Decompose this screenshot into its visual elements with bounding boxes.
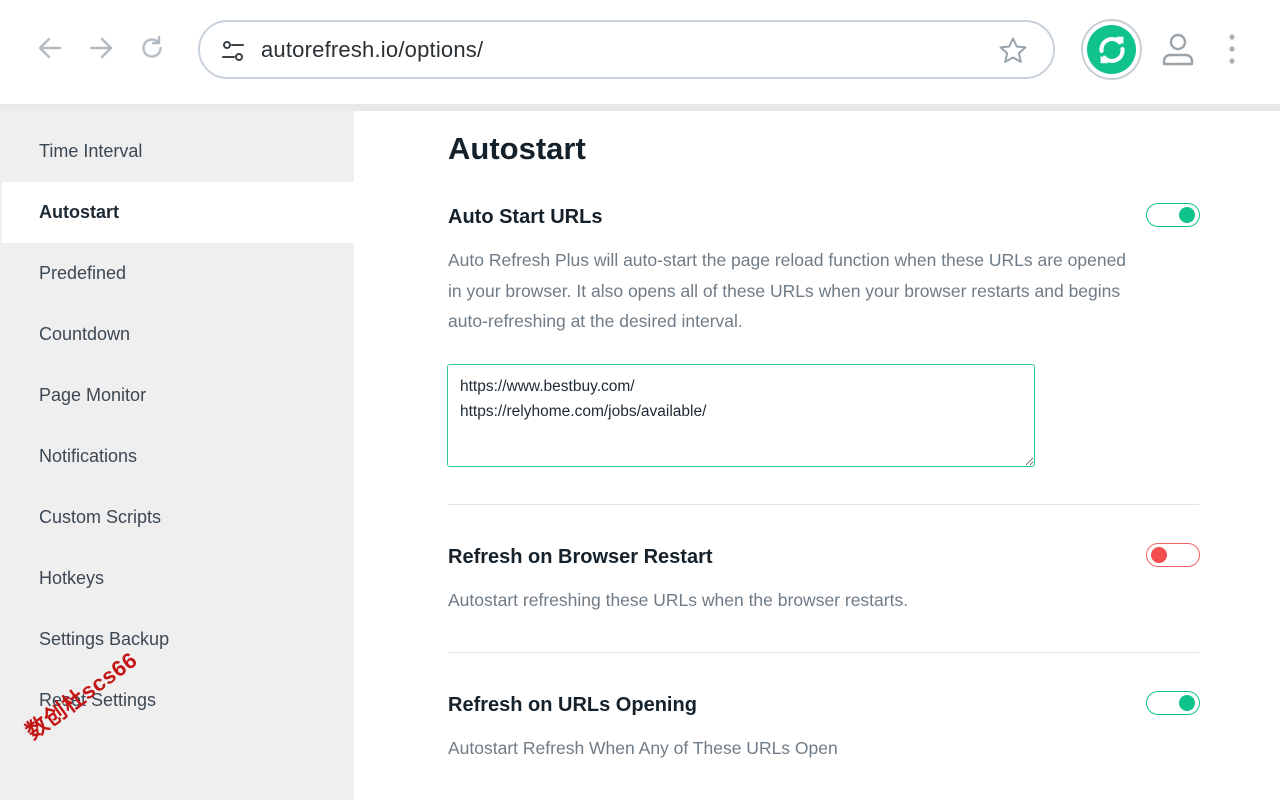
extension-button[interactable] (1081, 19, 1142, 80)
browser-toolbar: autorefresh.io/options/ (0, 0, 1280, 104)
sidebar-item-custom-scripts[interactable]: Custom Scripts (2, 487, 354, 548)
sidebar-item-autostart[interactable]: Autostart (2, 182, 354, 243)
tune-icon[interactable] (220, 38, 246, 64)
sidebar-item-hotkeys[interactable]: Hotkeys (2, 548, 354, 609)
autostart-panel: Autostart Auto Start URLs Auto Refresh P… (354, 111, 1280, 800)
back-arrow-icon (38, 37, 62, 59)
page-title: Autostart (448, 131, 586, 166)
auto-start-urls-toggle[interactable] (1146, 203, 1200, 227)
back-button[interactable] (32, 30, 68, 66)
section-divider (448, 504, 1199, 505)
section-divider (448, 652, 1199, 653)
forward-button[interactable] (83, 30, 119, 66)
reload-icon (142, 35, 162, 58)
more-vertical-icon[interactable] (1220, 32, 1244, 66)
refresh-on-browser-restart-toggle[interactable] (1146, 543, 1200, 567)
refresh-on-browser-restart-description: Autostart refreshing these URLs when the… (448, 590, 909, 610)
refresh-on-urls-opening-description: Autostart Refresh When Any of These URLs… (448, 738, 838, 758)
toggle-knob (1179, 207, 1195, 223)
sidebar-item-countdown[interactable]: Countdown (2, 304, 354, 365)
profile-icon[interactable] (1160, 30, 1196, 68)
address-bar[interactable]: autorefresh.io/options/ (198, 20, 1055, 79)
sidebar-item-page-monitor[interactable]: Page Monitor (2, 365, 354, 426)
auto-start-urls-description: Auto Refresh Plus will auto-start the pa… (448, 250, 1127, 331)
refresh-on-browser-restart-title: Refresh on Browser Restart (448, 546, 713, 568)
refresh-on-urls-opening-title: Refresh on URLs Opening (448, 694, 697, 716)
toggle-knob (1179, 695, 1195, 711)
sidebar-item-predefined[interactable]: Predefined (2, 243, 354, 304)
sidebar-item-settings-backup[interactable]: Settings Backup (2, 609, 354, 670)
auto-start-urls-textarea[interactable]: https://www.bestbuy.com/ https://relyhom… (447, 364, 1035, 467)
toggle-knob (1151, 547, 1167, 563)
refresh-on-urls-opening-toggle[interactable] (1146, 691, 1200, 715)
forward-arrow-icon (89, 37, 113, 59)
sidebar-item-notifications[interactable]: Notifications (2, 426, 354, 487)
toolbar-divider (0, 104, 1280, 111)
auto-refresh-extension-icon (1087, 25, 1136, 74)
star-icon[interactable] (997, 35, 1029, 67)
reload-button[interactable] (134, 30, 170, 66)
url-text[interactable]: autorefresh.io/options/ (261, 37, 483, 63)
sidebar-item-time-interval[interactable]: Time Interval (2, 121, 354, 182)
auto-start-urls-title: Auto Start URLs (448, 206, 603, 228)
